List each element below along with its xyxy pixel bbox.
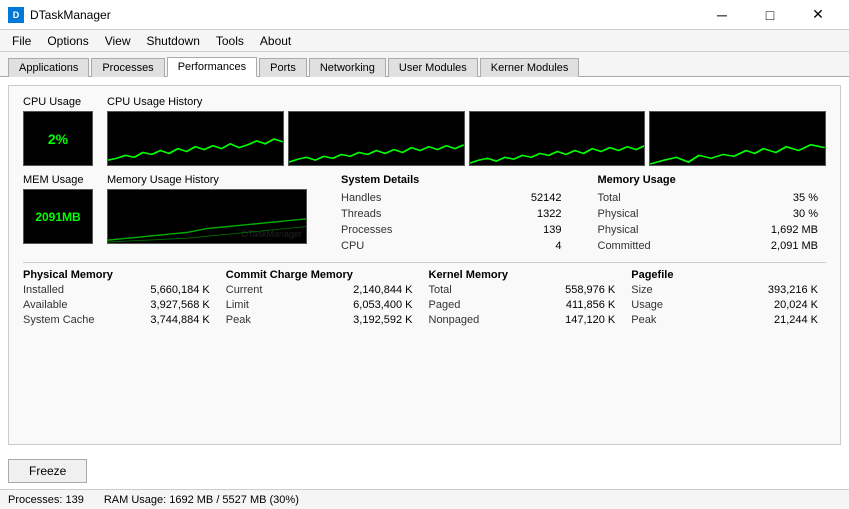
- system-details-title: System Details: [341, 174, 562, 186]
- commit-charge-stats: Commit Charge Memory Current 2,140,844 K…: [218, 269, 421, 328]
- nonpaged-row: Nonpaged 147,120 K: [429, 313, 616, 328]
- cpu-gauge: 2%: [23, 111, 93, 166]
- memory-usage-title: Memory Usage: [598, 174, 819, 186]
- tab-performances[interactable]: Performances: [167, 57, 257, 77]
- tab-networking[interactable]: Networking: [309, 58, 386, 77]
- handles-row: Handles 52142: [341, 190, 562, 206]
- menu-about[interactable]: About: [252, 32, 299, 50]
- maximize-button[interactable]: □: [747, 0, 793, 30]
- system-cache-row: System Cache 3,744,884 K: [23, 313, 210, 328]
- cpu-history-graphs: [107, 111, 826, 166]
- tabbar: Applications Processes Performances Port…: [0, 52, 849, 77]
- cpu-history-label: CPU Usage History: [107, 96, 826, 108]
- limit-row: Limit 6,053,400 K: [226, 298, 413, 313]
- pagefile-usage-row: Usage 20,024 K: [631, 298, 818, 313]
- tab-applications[interactable]: Applications: [8, 58, 89, 77]
- performance-panel: CPU Usage 2% CPU Usage History: [8, 85, 841, 445]
- paged-row: Paged 411,856 K: [429, 298, 616, 313]
- menubar: File Options View Shutdown Tools About: [0, 30, 849, 52]
- status-ram: RAM Usage: 1692 MB / 5527 MB (30%): [104, 494, 299, 506]
- cpu-graph-2: [288, 111, 465, 166]
- mem-physical-pct-row: Physical 30 %: [598, 206, 819, 222]
- kernel-memory-stats: Kernel Memory Total 558,976 K Paged 411,…: [421, 269, 624, 328]
- titlebar: D DTaskManager ─ □ ✕: [0, 0, 849, 30]
- mem-history-label: Memory Usage History: [107, 174, 219, 186]
- mem-history-block: Memory Usage History DTaskManager: [107, 174, 307, 244]
- installed-row: Installed 5,660,184 K: [23, 283, 210, 298]
- mem-row: MEM Usage 2091MB Memory Usage History DT…: [23, 174, 826, 254]
- freeze-button[interactable]: Freeze: [8, 459, 87, 483]
- current-row: Current 2,140,844 K: [226, 283, 413, 298]
- processes-row: Processes 139: [341, 222, 562, 238]
- kernel-memory-title: Kernel Memory: [429, 269, 616, 281]
- main-content: CPU Usage 2% CPU Usage History: [0, 77, 849, 453]
- tab-kerner-modules[interactable]: Kerner Modules: [480, 58, 580, 77]
- pagefile-peak-row: Peak 21,244 K: [631, 313, 818, 328]
- commit-charge-title: Commit Charge Memory: [226, 269, 413, 281]
- available-row: Available 3,927,568 K: [23, 298, 210, 313]
- menu-shutdown[interactable]: Shutdown: [139, 32, 208, 50]
- mem-gauge: 2091MB: [23, 189, 93, 244]
- kernel-total-row: Total 558,976 K: [429, 283, 616, 298]
- statusbar: Processes: 139 RAM Usage: 1692 MB / 5527…: [0, 489, 849, 509]
- mem-physical-mb-row: Physical 1,692 MB: [598, 222, 819, 238]
- cpu-history-block: CPU Usage History: [107, 96, 826, 166]
- details-area: System Details Handles 52142 Threads 132…: [321, 174, 826, 254]
- pagefile-stats: Pagefile Size 393,216 K Usage 20,024 K P…: [623, 269, 826, 328]
- cpu-value: 2%: [48, 131, 68, 147]
- pagefile-title: Pagefile: [631, 269, 818, 281]
- cpu-usage-label: CPU Usage: [23, 96, 81, 108]
- menu-view[interactable]: View: [97, 32, 139, 50]
- tab-processes[interactable]: Processes: [91, 58, 164, 77]
- cpu-row-detail: CPU 4: [341, 238, 562, 254]
- window-controls: ─ □ ✕: [699, 0, 841, 30]
- memory-usage-details: Memory Usage Total 35 % Physical 30 % Ph…: [590, 174, 827, 254]
- menu-file[interactable]: File: [4, 32, 39, 50]
- button-area: Freeze: [0, 453, 849, 489]
- app-title: DTaskManager: [30, 8, 699, 22]
- peak-commit-row: Peak 3,192,592 K: [226, 313, 413, 328]
- cpu-graph-4: [649, 111, 826, 166]
- mem-gauge-block: MEM Usage 2091MB: [23, 174, 93, 244]
- mem-total-row: Total 35 %: [598, 190, 819, 206]
- minimize-button[interactable]: ─: [699, 0, 745, 30]
- tab-ports[interactable]: Ports: [259, 58, 307, 77]
- app-icon: D: [8, 7, 24, 23]
- pagefile-size-row: Size 393,216 K: [631, 283, 818, 298]
- mem-history-graph: DTaskManager: [107, 189, 307, 244]
- system-details: System Details Handles 52142 Threads 132…: [341, 174, 570, 254]
- threads-row: Threads 1322: [341, 206, 562, 222]
- stats-row: Physical Memory Installed 5,660,184 K Av…: [23, 262, 826, 328]
- physical-memory-title: Physical Memory: [23, 269, 210, 281]
- cpu-gauge-block: CPU Usage 2%: [23, 96, 93, 166]
- menu-tools[interactable]: Tools: [208, 32, 252, 50]
- cpu-graph-3: [469, 111, 646, 166]
- mem-committed-row: Committed 2,091 MB: [598, 238, 819, 254]
- cpu-graph-1: [107, 111, 284, 166]
- menu-options[interactable]: Options: [39, 32, 96, 50]
- status-processes: Processes: 139: [8, 494, 84, 506]
- physical-memory-stats: Physical Memory Installed 5,660,184 K Av…: [23, 269, 218, 328]
- mem-value: 2091MB: [35, 210, 80, 224]
- cpu-row: CPU Usage 2% CPU Usage History: [23, 96, 826, 166]
- tab-user-modules[interactable]: User Modules: [388, 58, 478, 77]
- close-button[interactable]: ✕: [795, 0, 841, 30]
- mem-usage-label: MEM Usage: [23, 174, 84, 186]
